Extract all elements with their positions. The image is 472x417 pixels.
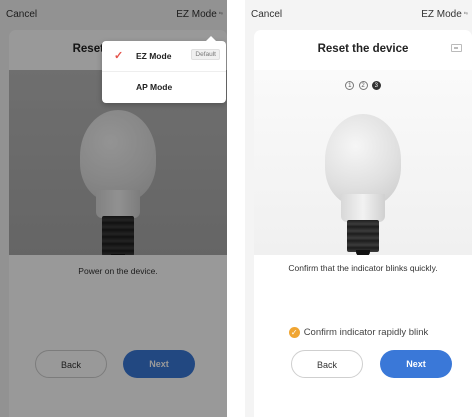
mode-option-label: AP Mode — [136, 82, 173, 92]
mode-option-ez[interactable]: ✓ EZ Mode Default — [102, 41, 226, 72]
checkmark-icon: ✓ — [288, 327, 300, 338]
step-indicator: 1 2 3 — [254, 80, 472, 90]
camera-icon[interactable] — [451, 44, 462, 52]
bulb-glass — [325, 114, 401, 206]
top-bar: Cancel EZ Mode ⇆ — [245, 0, 472, 30]
page-title: Reset the device — [317, 43, 409, 55]
next-button[interactable]: Next — [380, 350, 452, 378]
left-phone-screen: Cancel EZ Mode⇆ Reset the device Power o… — [0, 0, 227, 417]
instruction-text: Confirm that the indicator blinks quickl… — [288, 263, 438, 273]
mode-selector-button[interactable]: EZ Mode ⇆ — [421, 9, 468, 20]
bulb-image: 1 2 3 — [254, 70, 472, 255]
mode-option-ap[interactable]: AP Mode — [102, 72, 226, 102]
step-3: 3 — [371, 81, 381, 90]
right-phone-screen: Cancel EZ Mode ⇆ Reset the device 1 2 3 C… — [245, 0, 472, 417]
back-button[interactable]: Back — [291, 350, 363, 378]
bulb-neck — [341, 194, 385, 222]
step-1: 1 — [345, 81, 355, 90]
mode-label: EZ Mode — [421, 9, 462, 20]
bulb-base — [347, 220, 379, 252]
mode-option-label: EZ Mode — [136, 51, 172, 61]
bulb-tip — [356, 250, 370, 255]
confirm-label: Confirm indicator rapidly blink — [303, 327, 429, 339]
confirm-checkbox-row[interactable]: ✓ Confirm indicator rapidly blink — [245, 327, 472, 338]
step-2: 2 — [358, 81, 368, 90]
checkmark-icon: ✓ — [114, 50, 124, 62]
default-badge: Default — [191, 49, 220, 60]
cancel-button[interactable]: Cancel — [251, 9, 282, 20]
mode-dropdown: ✓ EZ Mode Default AP Mode — [102, 36, 226, 103]
switch-arrows-icon: ⇆ — [463, 11, 468, 18]
